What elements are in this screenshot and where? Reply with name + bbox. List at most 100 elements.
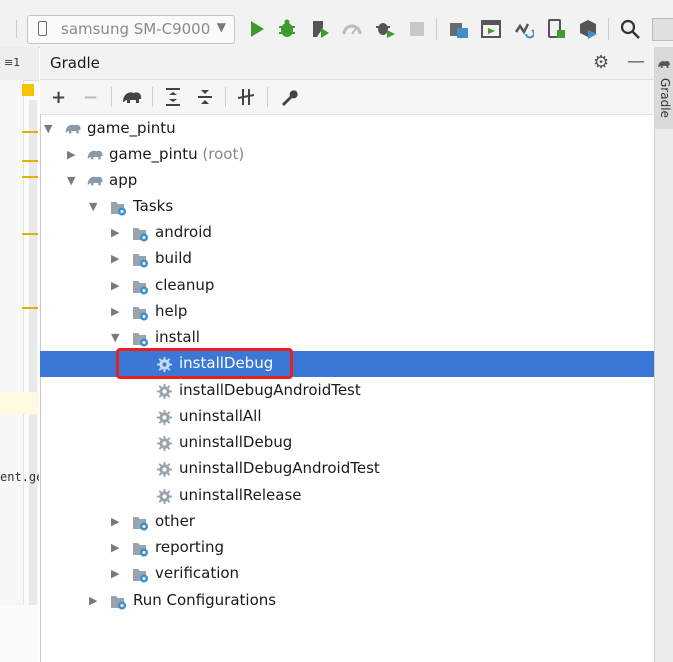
task-folder-icon — [132, 251, 152, 268]
highlighted-line — [0, 392, 39, 414]
change-marker — [22, 160, 38, 162]
task-gear-icon — [156, 383, 176, 400]
gradle-elephant-icon[interactable] — [121, 88, 143, 106]
expand-arrow-icon[interactable]: ▼ — [89, 200, 97, 213]
tree-node-android[interactable]: ▶ android — [40, 220, 654, 246]
collapse-all-icon[interactable] — [196, 87, 214, 107]
profile-icon[interactable] — [309, 18, 331, 40]
tree-node-uninstallrelease[interactable]: uninstallRelease — [40, 483, 654, 509]
highlight-annotation-box — [116, 348, 293, 379]
gradle-elephant-icon — [658, 61, 670, 68]
expand-arrow-icon[interactable]: ▼ — [111, 331, 119, 344]
tree-node-game_pintu[interactable]: ▼ game_pintu — [40, 116, 654, 142]
tree-node-uninstalldebug[interactable]: uninstallDebug — [40, 430, 654, 456]
editor-text: ent.ge — [0, 470, 39, 484]
run-icon[interactable] — [246, 18, 268, 40]
remove-icon[interactable]: − — [83, 87, 98, 108]
project-structure-icon[interactable] — [448, 18, 470, 40]
toggle-offline-icon[interactable] — [236, 87, 256, 107]
toolbar-divider — [267, 87, 268, 107]
tree-node-verification[interactable]: ▶ verification — [40, 561, 654, 587]
toolbar-divider — [111, 87, 112, 107]
tree-node-label: Tasks — [133, 197, 174, 215]
toolbar-divider — [152, 87, 153, 107]
collapse-arrow-icon[interactable]: ▶ — [89, 594, 97, 607]
toolbar-divider — [225, 87, 226, 107]
tree-node-label: app — [109, 171, 138, 189]
collapse-arrow-icon[interactable]: ▶ — [111, 305, 119, 318]
panel-title: Gradle — [50, 54, 100, 72]
avd-icon[interactable] — [480, 18, 502, 40]
tree-node-label: android — [155, 223, 212, 241]
attach-debugger-icon[interactable] — [374, 18, 396, 40]
tree-node-reporting[interactable]: ▶ reporting — [40, 535, 654, 561]
collapse-arrow-icon[interactable]: ▶ — [111, 226, 119, 239]
tree-node-suffix: (root) — [197, 145, 245, 163]
collapse-arrow-icon[interactable]: ▶ — [111, 515, 119, 528]
task-gear-icon — [156, 488, 176, 505]
sync-icon[interactable] — [512, 18, 534, 40]
tree-node-uninstallall[interactable]: uninstallAll — [40, 404, 654, 430]
gradle-elephant-icon — [64, 121, 84, 137]
stop-icon[interactable] — [406, 18, 428, 40]
tree-node-cleanup[interactable]: ▶ cleanup — [40, 273, 654, 299]
task-folder-icon — [132, 540, 152, 557]
tree-node-label: build — [155, 249, 192, 267]
task-folder-icon — [132, 330, 152, 347]
tree-node-label: install — [155, 328, 200, 346]
apply-changes-icon[interactable] — [341, 18, 363, 40]
collapse-arrow-icon[interactable]: ▶ — [111, 252, 119, 265]
right-tool-stripe — [654, 47, 673, 662]
device-name: samsung SM-C9000 — [61, 20, 211, 38]
side-tab-label: Gradle — [658, 78, 672, 118]
toolbar-divider — [436, 18, 437, 40]
task-folder-icon — [132, 225, 152, 242]
change-marker — [22, 233, 38, 235]
device-selector[interactable]: samsung SM-C9000 ▼ — [27, 15, 235, 44]
settings-wrench-icon[interactable] — [279, 87, 299, 107]
expand-all-icon[interactable] — [164, 87, 182, 107]
search-icon[interactable] — [619, 18, 641, 40]
sort-icon[interactable]: ≡1 — [4, 56, 20, 69]
toolbar-divider — [608, 18, 609, 40]
task-folder-icon — [110, 593, 130, 610]
task-folder-icon — [132, 304, 152, 321]
task-folder-icon — [132, 278, 152, 295]
debug-icon[interactable] — [276, 18, 298, 40]
avatar[interactable] — [652, 18, 673, 41]
warning-marker[interactable] — [22, 84, 34, 96]
expand-arrow-icon[interactable]: ▼ — [44, 122, 52, 135]
tree-node-label: uninstallDebug — [179, 433, 293, 451]
gear-icon[interactable]: ⚙ — [593, 52, 609, 73]
collapse-arrow-icon[interactable]: ▶ — [111, 541, 119, 554]
add-icon[interactable]: + — [51, 87, 66, 108]
minimize-icon[interactable]: — — [627, 51, 645, 72]
gradle-elephant-icon — [86, 173, 106, 189]
tree-node-label: reporting — [155, 538, 225, 556]
tree-node-uninstalldebugandroidtest[interactable]: uninstallDebugAndroidTest — [40, 456, 654, 482]
collapse-arrow-icon[interactable]: ▶ — [111, 279, 119, 292]
tree-node-label: uninstallDebugAndroidTest — [179, 459, 380, 477]
task-gear-icon — [156, 409, 176, 426]
tree-node-label: help — [155, 302, 188, 320]
tree-node-other[interactable]: ▶ other — [40, 509, 654, 535]
collapse-arrow-icon[interactable]: ▶ — [67, 148, 75, 161]
device-file-icon[interactable] — [545, 18, 567, 40]
tree-node-label: other — [155, 512, 195, 530]
tree-node-game_pintu[interactable]: ▶ game_pintu (root) — [40, 142, 654, 168]
tree-node-help[interactable]: ▶ help — [40, 299, 654, 325]
task-folder-icon — [110, 199, 130, 216]
task-gear-icon — [156, 461, 176, 478]
tree-node-label: installDebugAndroidTest — [179, 381, 361, 399]
tree-node-installdebugandroidtest[interactable]: installDebugAndroidTest — [40, 378, 654, 404]
sdk-icon[interactable] — [577, 18, 599, 40]
collapse-arrow-icon[interactable]: ▶ — [111, 567, 119, 580]
expand-arrow-icon[interactable]: ▼ — [67, 174, 75, 187]
tree-node-app[interactable]: ▼ app — [40, 168, 654, 194]
gradle-elephant-icon — [86, 147, 106, 163]
tree-node-run-configurations[interactable]: ▶ Run Configurations — [40, 588, 654, 614]
tree-node-tasks[interactable]: ▼ Tasks — [40, 194, 654, 220]
panel-header — [40, 47, 654, 80]
tree-node-build[interactable]: ▶ build — [40, 246, 654, 272]
tree-node-label: game_pintu (root) — [109, 145, 245, 163]
